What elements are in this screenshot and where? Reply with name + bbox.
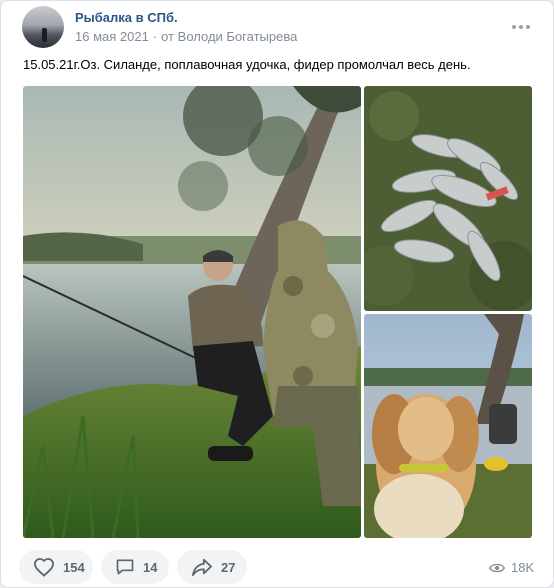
photo-dog[interactable] bbox=[364, 314, 532, 538]
share-button[interactable]: 27 bbox=[177, 550, 247, 584]
eye-icon bbox=[489, 563, 505, 572]
views-counter: 18K bbox=[489, 560, 534, 575]
meta-separator: · bbox=[152, 29, 158, 44]
likes-count: 154 bbox=[63, 559, 85, 575]
like-button[interactable]: 154 bbox=[19, 550, 93, 584]
avatar-figure bbox=[42, 28, 47, 42]
share-icon bbox=[192, 558, 212, 577]
post-meta: 16 мая 2021 · от Володи Богатырева bbox=[75, 29, 297, 44]
group-avatar[interactable] bbox=[22, 6, 64, 48]
comment-button[interactable]: 14 bbox=[101, 550, 169, 584]
group-name-link[interactable]: Рыбалка в СПб. bbox=[75, 10, 178, 25]
comments-count: 14 bbox=[143, 559, 158, 575]
post-card: Рыбалка в СПб. 16 мая 2021 · от Володи Бог… bbox=[0, 0, 554, 588]
shares-count: 27 bbox=[221, 559, 236, 575]
post-text: 15.05.21г.Оз. Силанде, поплавочная удочк… bbox=[23, 57, 471, 72]
more-icon[interactable] bbox=[512, 18, 530, 36]
heart-icon bbox=[33, 558, 55, 577]
post-author[interactable]: от Володи Богатырева bbox=[161, 29, 297, 44]
comment-icon bbox=[116, 559, 134, 575]
photo-fishermen[interactable] bbox=[23, 86, 361, 538]
views-count: 18K bbox=[511, 560, 535, 575]
post-date[interactable]: 16 мая 2021 bbox=[75, 29, 149, 44]
photo-fish-catch[interactable] bbox=[364, 86, 532, 311]
